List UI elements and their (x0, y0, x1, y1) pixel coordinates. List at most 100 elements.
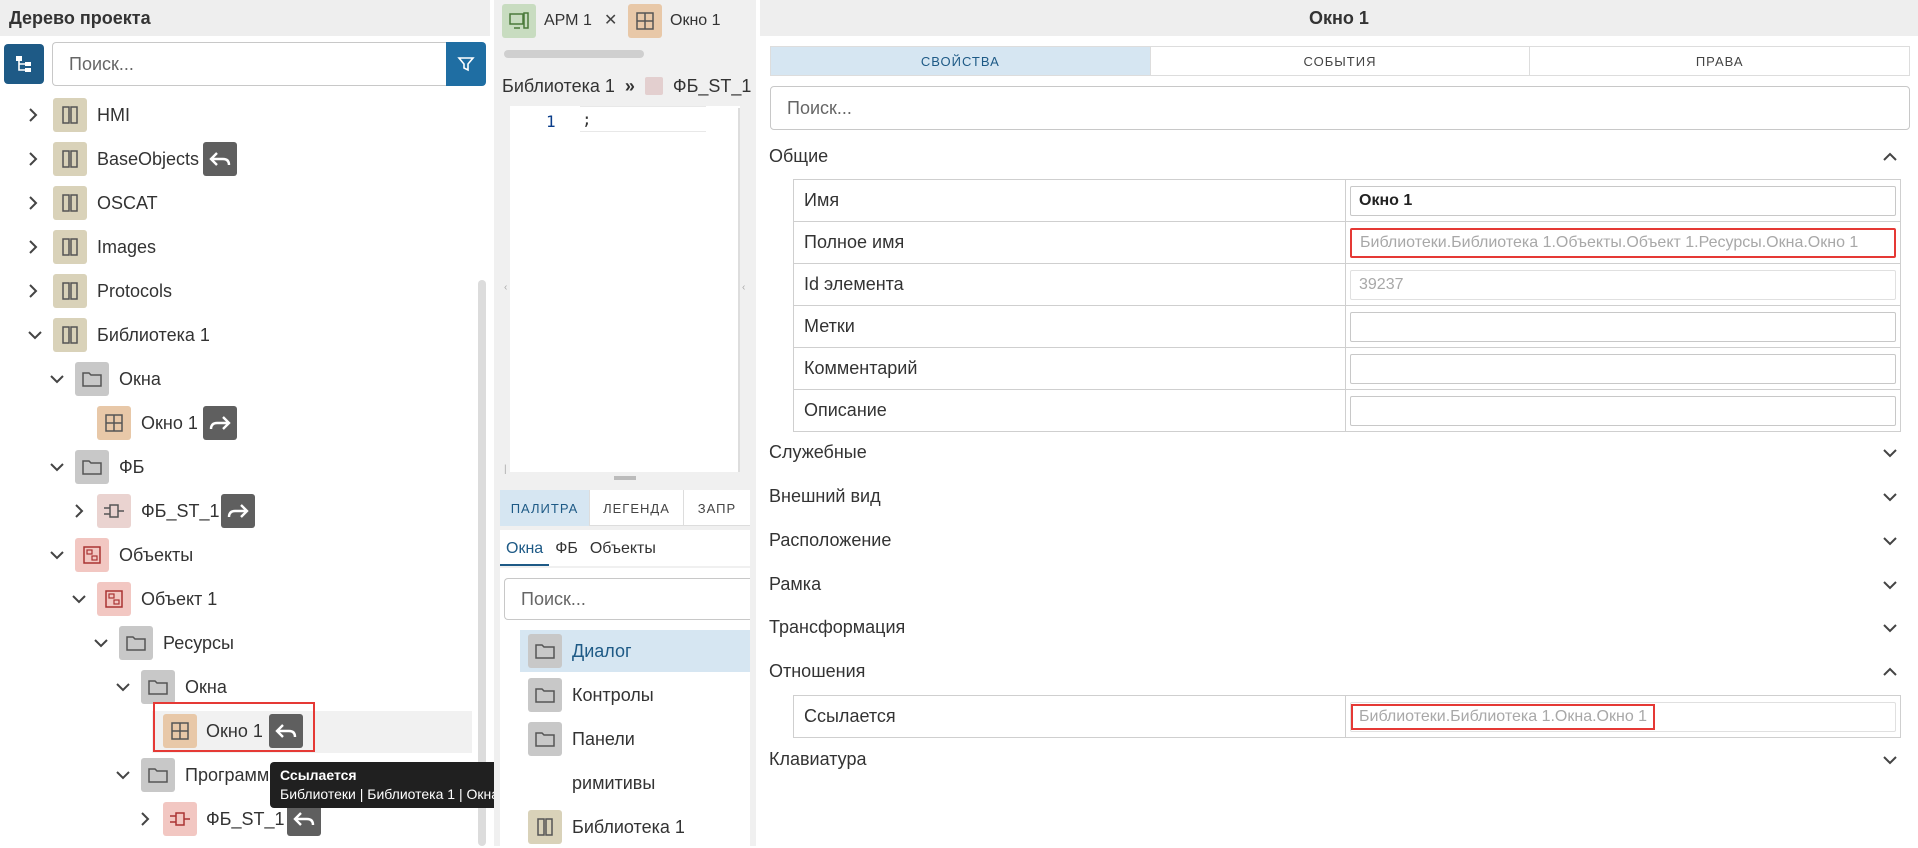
hierarchy-icon (16, 56, 31, 72)
tab-window-1[interactable]: Окно 1 (628, 4, 721, 38)
subtab-objects[interactable]: Объекты (584, 530, 662, 566)
palette-list: Диалог Контролы Панели римитивы Библиоте… (500, 568, 750, 846)
palette-item-library-1[interactable]: Библиотека 1 (520, 806, 750, 848)
library-icon (53, 318, 87, 352)
tree-item-hmi[interactable]: HMI (0, 94, 475, 136)
folder-icon (528, 722, 562, 756)
tab-legend[interactable]: ЛЕГЕНДА (590, 490, 684, 526)
section-relations[interactable]: Отношения (769, 657, 1899, 687)
section-title: Трансформация (769, 617, 906, 637)
chevron-right-icon[interactable] (24, 238, 42, 256)
forward-arrow-icon[interactable] (221, 494, 255, 528)
full-name-field[interactable]: Библиотеки.Библиотека 1.Объекты.Объект 1… (1350, 227, 1896, 258)
forward-arrow-icon[interactable] (203, 406, 237, 440)
palette-item-controls[interactable]: Контролы (520, 674, 750, 716)
tab-rights[interactable]: ПРАВА (1530, 47, 1909, 75)
tree-item-resources[interactable]: Ресурсы (0, 622, 475, 664)
chevron-down-icon[interactable] (92, 634, 110, 652)
section-appearance[interactable]: Внешний вид (769, 482, 1899, 512)
current-line (580, 106, 706, 132)
description-field[interactable] (1350, 395, 1896, 426)
tab-palette[interactable]: ПАЛИТРА (500, 490, 590, 526)
chevron-down-icon[interactable] (1881, 576, 1899, 594)
name-field[interactable]: Окно 1 (1350, 185, 1896, 216)
tab-queries[interactable]: ЗАПР (684, 490, 750, 526)
chevron-right-icon[interactable] (24, 194, 42, 212)
chevron-down-icon[interactable] (1881, 619, 1899, 637)
palette-item-dialog[interactable]: Диалог (520, 630, 750, 672)
property-row-comment: Комментарий (793, 347, 1901, 390)
properties-search-input[interactable] (770, 86, 1910, 130)
chevron-down-icon[interactable] (114, 766, 132, 784)
chevron-right-icon[interactable] (70, 502, 88, 520)
tree-item-object-1[interactable]: Объект 1 (0, 578, 475, 620)
tree-item-protocols[interactable]: Protocols (0, 270, 475, 312)
section-general[interactable]: Общие (769, 142, 1899, 172)
chevron-down-icon[interactable] (48, 370, 66, 388)
project-tree-title: Дерево проекта (0, 0, 490, 36)
comment-field[interactable] (1350, 353, 1896, 384)
section-keyboard[interactable]: Клавиатура (769, 745, 1899, 775)
reply-arrow-icon[interactable] (203, 142, 237, 176)
property-key: Метки (793, 305, 1346, 348)
tree-item-label: Protocols (97, 281, 173, 301)
tree-filter-button[interactable] (446, 42, 486, 86)
splitter-left-icon[interactable]: | (504, 464, 507, 475)
tree-view-button[interactable] (4, 44, 44, 84)
tree-toolbar (0, 42, 490, 86)
tree-item-label: HMI (97, 105, 130, 125)
tab-events[interactable]: СОБЫТИЯ (1151, 47, 1531, 75)
chevron-down-icon[interactable] (1881, 751, 1899, 769)
breadcrumb-fb[interactable]: ФБ_ST_1 (673, 76, 752, 97)
chevron-right-icon[interactable] (24, 150, 42, 168)
tab-properties[interactable]: СВОЙСТВА (771, 47, 1151, 75)
chevron-down-icon[interactable] (70, 590, 88, 608)
properties-tabs: СВОЙСТВА СОБЫТИЯ ПРАВА (770, 46, 1910, 76)
subtab-windows[interactable]: Окна (500, 530, 550, 566)
code-editor[interactable]: 1 ; (510, 106, 740, 472)
tags-field[interactable] (1350, 311, 1896, 342)
section-placement[interactable]: Расположение (769, 526, 1899, 556)
chevron-down-icon[interactable] (1881, 488, 1899, 506)
palette-item-primitives[interactable]: римитивы (520, 762, 750, 804)
code-text[interactable]: ; (582, 110, 592, 129)
breadcrumb-library[interactable]: Библиотека 1 (502, 76, 615, 97)
element-id-field[interactable]: 39237 (1350, 269, 1896, 300)
tree-item-baseobjects[interactable]: BaseObjects (0, 138, 475, 180)
chevron-down-icon[interactable] (48, 458, 66, 476)
tree-item-fb[interactable]: ФБ (0, 446, 475, 488)
chevron-down-icon[interactable] (114, 678, 132, 696)
tree-item-images[interactable]: Images (0, 226, 475, 268)
section-transform[interactable]: Трансформация (769, 613, 1899, 643)
tree-item-oscat[interactable]: OSCAT (0, 182, 475, 224)
splitter-handle[interactable] (614, 476, 636, 480)
chevron-up-icon[interactable] (1881, 663, 1899, 681)
palette-search-input[interactable] (504, 578, 750, 620)
properties-title: Окно 1 (760, 0, 1918, 36)
chevron-down-icon[interactable] (26, 326, 44, 344)
subtab-fb[interactable]: ФБ (549, 530, 584, 566)
references-field[interactable]: Библиотеки.Библиотека 1.Окна.Окно 1 (1350, 701, 1896, 732)
library-icon (528, 810, 562, 844)
tree-item-objects[interactable]: Объекты (0, 534, 475, 576)
chevron-right-icon[interactable] (24, 106, 42, 124)
tree-item-library-1[interactable]: Библиотека 1 (0, 314, 475, 356)
tree-item-window-1[interactable]: Окно 1 (0, 402, 475, 444)
tree-search-input[interactable] (52, 42, 446, 86)
chevron-right-icon[interactable] (136, 810, 154, 828)
tab-arm-1[interactable]: АРМ 1 (502, 4, 592, 38)
chevron-down-icon[interactable] (1881, 532, 1899, 550)
tree-item-windows[interactable]: Окна (0, 358, 475, 400)
chevron-down-icon[interactable] (48, 546, 66, 564)
collapse-left-icon[interactable]: ‹ (504, 282, 507, 293)
chevron-up-icon[interactable] (1881, 148, 1899, 166)
collapse-right-icon[interactable]: ‹ (742, 282, 745, 293)
section-frame[interactable]: Рамка (769, 570, 1899, 600)
chevron-right-icon[interactable] (24, 282, 42, 300)
palette-item-panels[interactable]: Панели (520, 718, 750, 760)
tabs-scrollbar[interactable] (504, 50, 644, 58)
tree-item-fb-st-1[interactable]: ФБ_ST_1 (0, 490, 475, 532)
chevron-down-icon[interactable] (1881, 444, 1899, 462)
section-service[interactable]: Служебные (769, 438, 1899, 468)
close-icon[interactable]: ✕ (604, 10, 617, 30)
